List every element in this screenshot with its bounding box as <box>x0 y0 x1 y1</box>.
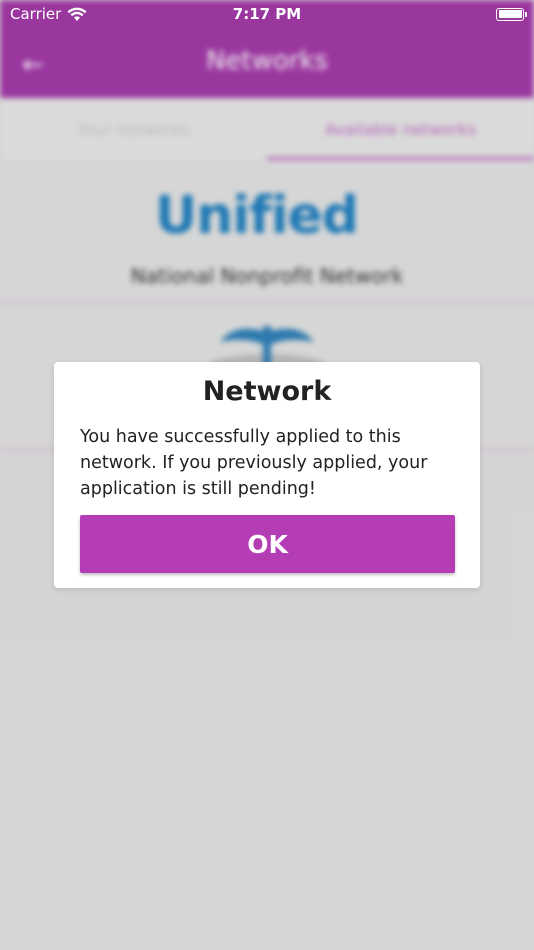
alert-dialog: Network You have successfully applied to… <box>54 362 480 588</box>
status-bar: Carrier 7:17 PM <box>0 0 534 28</box>
battery-icon <box>496 7 527 21</box>
dialog-title: Network <box>202 376 332 407</box>
carrier-label: Carrier <box>10 5 62 23</box>
battery-level <box>498 10 522 18</box>
wifi-icon <box>67 7 87 21</box>
ok-button[interactable]: OK <box>80 515 455 573</box>
dialog-message: You have successfully applied to this ne… <box>80 427 428 499</box>
